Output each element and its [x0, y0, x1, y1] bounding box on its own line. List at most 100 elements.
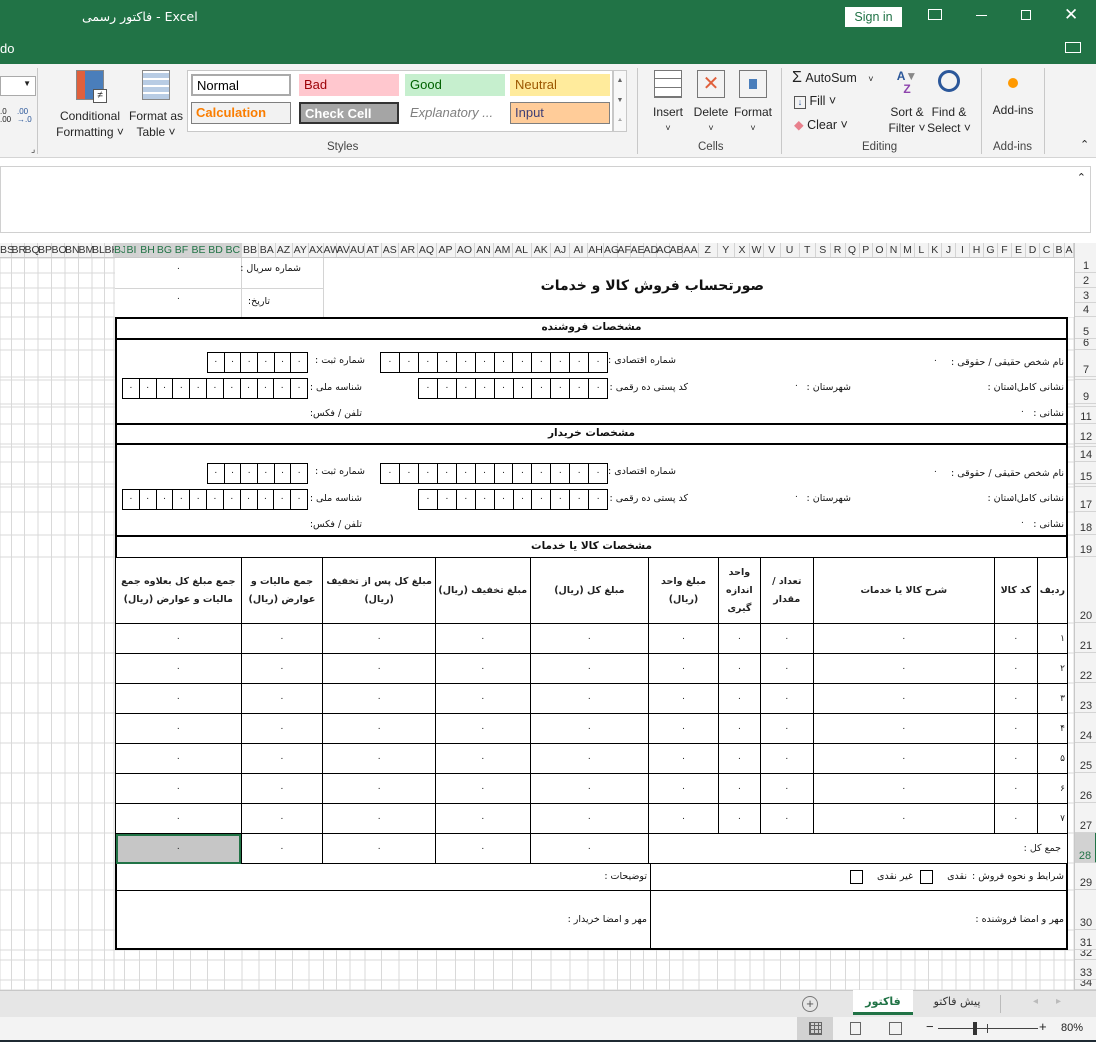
column-header-AR[interactable]: AR: [399, 243, 418, 257]
table-cell[interactable]: ٠: [529, 803, 650, 834]
table-cell[interactable]: ١: [1036, 623, 1069, 654]
table-cell[interactable]: ٠: [648, 803, 719, 834]
add-ins-button[interactable]: Add-ins: [987, 70, 1039, 118]
format-button[interactable]: Format ˅: [730, 70, 776, 136]
table-cell[interactable]: ٠: [717, 803, 761, 834]
table-cell[interactable]: ٠: [648, 683, 719, 714]
column-header-V[interactable]: V: [764, 243, 781, 257]
digit-box[interactable]: ٠: [531, 464, 550, 483]
seller-city-value[interactable]: ٠: [794, 381, 799, 391]
digit-box[interactable]: ٠: [417, 464, 437, 483]
column-header-BJ[interactable]: BJ: [114, 243, 126, 257]
table-cell[interactable]: ٠: [717, 683, 761, 714]
column-header-BA[interactable]: BA: [259, 243, 276, 257]
column-header-BI[interactable]: BI: [124, 243, 140, 257]
column-header-A[interactable]: A: [1065, 243, 1074, 257]
sheet-tab[interactable]: فاکتور: [853, 990, 913, 1015]
fill-button[interactable]: ↓ Fill ˅: [794, 94, 836, 109]
digit-box[interactable]: ٠: [493, 353, 513, 372]
column-header-AT[interactable]: AT: [365, 243, 382, 257]
row-header-20[interactable]: 20: [1075, 557, 1096, 623]
column-header-AD[interactable]: AD: [644, 243, 658, 257]
column-header-AS[interactable]: AS: [382, 243, 399, 257]
table-cell[interactable]: ۶: [1036, 773, 1069, 804]
zoom-in-button[interactable]: +: [1039, 1019, 1047, 1034]
column-header-BG[interactable]: BG: [156, 243, 174, 257]
table-cell[interactable]: ٠: [529, 773, 650, 804]
column-header-BO[interactable]: BO: [52, 243, 67, 257]
zoom-slider-thumb[interactable]: [972, 1022, 977, 1035]
column-header-N[interactable]: N: [887, 243, 901, 257]
row-header-34[interactable]: 34: [1075, 980, 1096, 990]
row-header-14[interactable]: 14: [1075, 447, 1096, 462]
column-header-BC[interactable]: BC: [224, 243, 242, 257]
table-cell[interactable]: ٠: [322, 683, 436, 714]
cell-style-calculation[interactable]: Calculation: [191, 102, 291, 124]
table-cell[interactable]: ٠: [240, 653, 324, 684]
column-header-T[interactable]: T: [800, 243, 816, 257]
total-cell[interactable]: ٠: [434, 833, 531, 864]
column-header-AC[interactable]: AC: [657, 243, 671, 257]
digit-box[interactable]: ٠: [436, 464, 456, 483]
column-header-R[interactable]: R: [831, 243, 846, 257]
digit-box[interactable]: ٠: [550, 353, 569, 372]
column-header-C[interactable]: C: [1040, 243, 1054, 257]
column-header-AL[interactable]: AL: [513, 243, 532, 257]
digit-box[interactable]: ٠: [474, 353, 494, 372]
table-cell[interactable]: ٠: [993, 683, 1038, 714]
digit-box[interactable]: ٠: [569, 353, 588, 372]
table-cell[interactable]: ٠: [115, 653, 242, 684]
buyer-postal_code-boxes[interactable]: ٠٠٠٠٠٠٠٠٠٠: [418, 489, 608, 510]
column-header-L[interactable]: L: [915, 243, 929, 257]
table-cell[interactable]: ٠: [322, 743, 436, 774]
column-header-BH[interactable]: BH: [139, 243, 157, 257]
column-header-B[interactable]: B: [1054, 243, 1065, 257]
digit-box[interactable]: ٠: [512, 464, 531, 483]
column-header-BD[interactable]: BD: [207, 243, 225, 257]
column-header-AZ[interactable]: AZ: [276, 243, 293, 257]
sort-filter-button[interactable]: A▼ Z Sort & Filter ˅: [884, 70, 930, 136]
digit-box[interactable]: ٠: [257, 464, 274, 483]
serial-value[interactable]: ٠: [176, 264, 181, 274]
digit-box[interactable]: ٠: [172, 379, 189, 398]
table-cell[interactable]: ٠: [759, 683, 814, 714]
digit-box[interactable]: ٠: [290, 464, 307, 483]
row-header-32[interactable]: 32: [1075, 950, 1096, 960]
digit-box[interactable]: ٠: [474, 490, 494, 509]
digit-box[interactable]: ٠: [588, 464, 607, 483]
buyer-city-value[interactable]: ٠: [794, 492, 799, 502]
digit-box[interactable]: ٠: [455, 490, 475, 509]
column-header-AJ[interactable]: AJ: [551, 243, 570, 257]
digit-box[interactable]: ٠: [531, 490, 550, 509]
digit-box[interactable]: ٠: [256, 379, 274, 398]
digit-box[interactable]: ٠: [290, 379, 307, 398]
table-cell[interactable]: ٠: [529, 653, 650, 684]
digit-box[interactable]: ٠: [419, 379, 437, 398]
table-cell[interactable]: ٠: [434, 803, 531, 834]
column-header-AB[interactable]: AB: [670, 243, 684, 257]
table-cell[interactable]: ٠: [759, 803, 814, 834]
collapse-ribbon-icon[interactable]: ⌃: [1080, 138, 1089, 151]
column-header-M[interactable]: M: [901, 243, 915, 257]
table-cell[interactable]: ٠: [434, 653, 531, 684]
buyer-province-value[interactable]: ٠: [1020, 492, 1025, 502]
digit-box[interactable]: ٠: [512, 490, 532, 509]
row-header-4[interactable]: 4: [1075, 303, 1096, 317]
digit-box[interactable]: ٠: [257, 353, 274, 372]
table-cell[interactable]: ۴: [1036, 713, 1069, 744]
column-header-BR[interactable]: BR: [12, 243, 26, 257]
digit-box[interactable]: ٠: [155, 490, 173, 509]
column-header-G[interactable]: G: [984, 243, 998, 257]
table-cell[interactable]: ٠: [322, 653, 436, 684]
table-cell[interactable]: ٠: [434, 683, 531, 714]
page-break-preview-button[interactable]: [889, 1022, 902, 1035]
minimize-icon[interactable]: [976, 15, 987, 16]
row-header-7[interactable]: 7: [1075, 350, 1096, 377]
digit-box[interactable]: ٠: [123, 379, 139, 398]
column-header-S[interactable]: S: [816, 243, 831, 257]
column-header-W[interactable]: W: [750, 243, 764, 257]
close-icon[interactable]: ✕: [1064, 5, 1078, 25]
row-header-25[interactable]: 25: [1075, 743, 1096, 773]
row-header-2[interactable]: 2: [1075, 273, 1096, 288]
digit-box[interactable]: ٠: [273, 464, 291, 483]
